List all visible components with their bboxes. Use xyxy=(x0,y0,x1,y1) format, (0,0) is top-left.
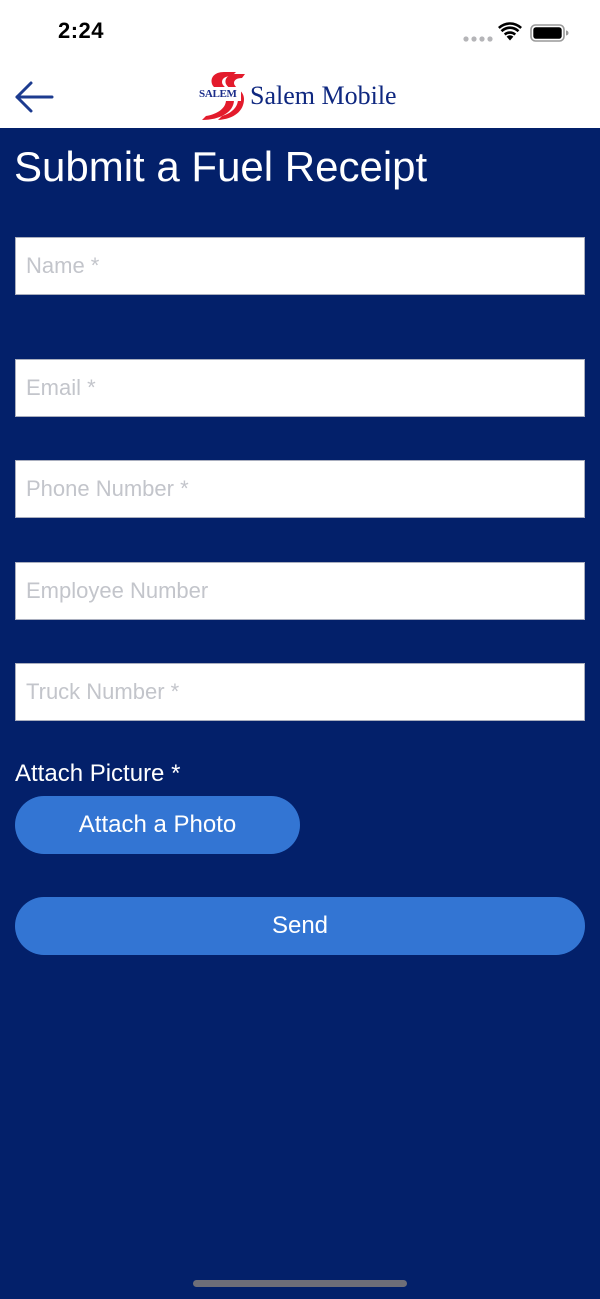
attach-photo-button[interactable]: Attach a Photo xyxy=(15,796,300,854)
battery-icon xyxy=(530,24,569,42)
truck-number-input[interactable] xyxy=(15,663,585,721)
attach-picture-label: Attach Picture * xyxy=(15,760,181,787)
brand-name: Salem Mobile xyxy=(250,81,397,110)
brand-logo: SALEM Salem Mobile xyxy=(196,70,406,122)
name-input[interactable] xyxy=(15,237,585,295)
arrow-left-icon xyxy=(15,81,54,113)
employee-number-input[interactable] xyxy=(15,562,585,620)
email-input[interactable] xyxy=(15,359,585,417)
status-bar: 2:24 xyxy=(0,0,600,66)
wifi-icon xyxy=(498,22,522,41)
send-button[interactable]: Send xyxy=(15,897,585,955)
phone-number-input[interactable] xyxy=(15,460,585,518)
home-indicator[interactable] xyxy=(193,1280,407,1287)
status-time: 2:24 xyxy=(58,18,105,43)
page-title: Submit a Fuel Receipt xyxy=(14,143,428,190)
signal-dots-icon xyxy=(463,36,493,42)
logo-text: SALEM xyxy=(199,88,237,100)
back-button[interactable] xyxy=(12,78,56,116)
nav-bar: SALEM Salem Mobile xyxy=(0,66,600,128)
